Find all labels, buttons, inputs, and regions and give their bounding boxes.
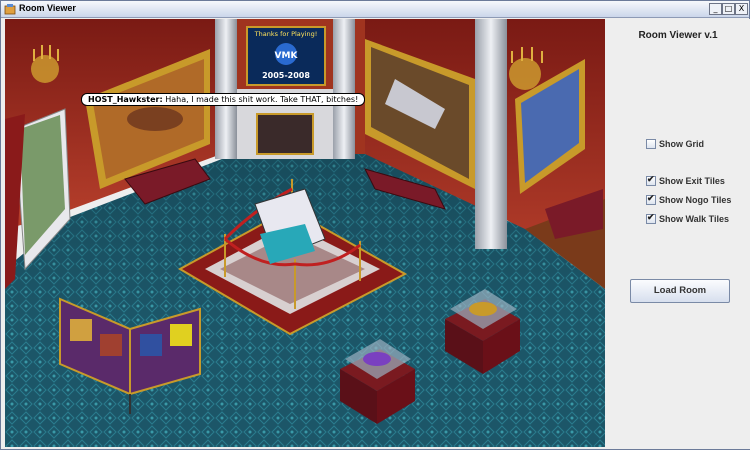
checkbox-label: Show Exit Tiles <box>659 175 725 186</box>
checkbox-box[interactable] <box>646 174 656 186</box>
minimize-button[interactable]: _ <box>709 3 722 15</box>
show-grid-checkbox[interactable]: Show Grid <box>646 137 704 150</box>
banner-logo: VMK <box>275 51 299 61</box>
control-panel: Room Viewer v.1 Show Grid Show Exit Tile… <box>606 19 750 449</box>
window-title: Room Viewer <box>19 3 76 13</box>
show-nogo-tiles-checkbox[interactable]: Show Nogo Tiles <box>646 193 731 206</box>
column-right <box>333 19 355 159</box>
room-scene[interactable]: Thanks for Playing! VMK 2005-2008 HOST_H… <box>5 19 605 447</box>
checkbox-box[interactable] <box>646 193 656 205</box>
checkbox-box[interactable] <box>646 138 656 149</box>
java-app-icon <box>4 4 16 15</box>
title-bar[interactable]: Room Viewer _ □ X <box>1 1 749 18</box>
column-left <box>215 19 237 159</box>
load-room-button[interactable]: Load Room <box>630 279 730 303</box>
chat-bubble: HOST_Hawkster: Haha, I made this shit wo… <box>81 93 366 106</box>
checkbox-box[interactable] <box>646 212 656 224</box>
banner-line1: Thanks for Playing! <box>254 30 318 38</box>
checkbox-label: Show Walk Tiles <box>659 213 730 224</box>
checkbox-label: Show Nogo Tiles <box>659 194 732 205</box>
show-walk-tiles-checkbox[interactable]: Show Walk Tiles <box>646 212 729 225</box>
close-button[interactable]: X <box>735 3 748 15</box>
maximize-button[interactable]: □ <box>722 3 735 15</box>
panel-title: Room Viewer v.1 <box>638 30 718 41</box>
room-viewer-window: Room Viewer _ □ X Thanks for Playing! VM… <box>0 0 750 450</box>
room-render: Thanks for Playing! VMK 2005-2008 <box>5 19 605 447</box>
checkbox-label: Show Grid <box>659 138 704 149</box>
banner-years: 2005-2008 <box>262 71 310 80</box>
chat-message: Haha, I made this shit work. Take THAT, … <box>162 95 359 104</box>
show-exit-tiles-checkbox[interactable]: Show Exit Tiles <box>646 174 725 187</box>
chat-username: HOST_Hawkster: <box>88 95 163 104</box>
